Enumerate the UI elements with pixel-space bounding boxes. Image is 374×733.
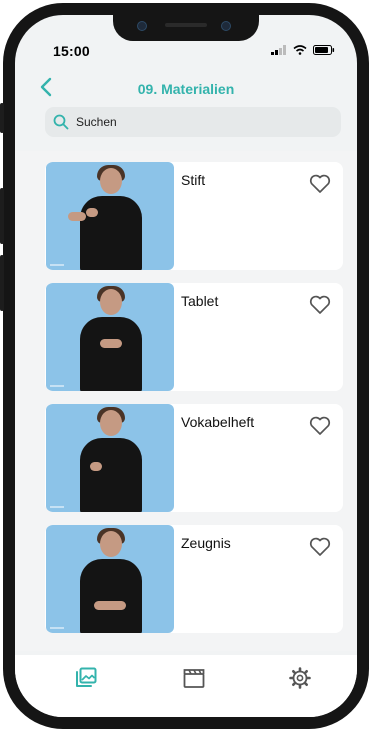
person-head xyxy=(100,410,122,436)
person-body xyxy=(80,317,142,391)
search-input[interactable] xyxy=(74,114,328,130)
tab-bar xyxy=(15,655,357,717)
tab-videos[interactable] xyxy=(181,665,207,691)
person-hand xyxy=(86,208,98,217)
gallery-icon xyxy=(76,667,97,687)
person-hand xyxy=(100,339,122,348)
sensor-icon xyxy=(137,21,147,31)
item-label: Vokabelheft xyxy=(181,414,255,430)
person-hand xyxy=(68,212,86,221)
notch xyxy=(113,15,259,41)
signal-icon xyxy=(271,45,286,55)
list-item-zeugnis[interactable]: Zeugnis xyxy=(45,525,343,633)
sign-video-thumbnail[interactable] xyxy=(46,525,174,633)
front-camera-icon xyxy=(221,21,231,31)
person-body xyxy=(80,438,142,512)
watermark xyxy=(50,385,64,387)
list-item-vokabelheft[interactable]: Vokabelheft xyxy=(45,404,343,512)
watermark xyxy=(50,264,64,266)
mute-switch xyxy=(0,103,4,133)
tab-gallery[interactable] xyxy=(73,665,99,691)
wifi-icon xyxy=(293,45,307,55)
sign-video-thumbnail[interactable] xyxy=(46,283,174,391)
nav-bar: 09. Materialien xyxy=(15,77,357,101)
tab-settings[interactable] xyxy=(287,665,313,691)
volume-down-button xyxy=(0,255,4,311)
person-hand xyxy=(90,462,102,471)
clapperboard-icon xyxy=(183,669,205,688)
battery-icon xyxy=(313,45,335,55)
watermark xyxy=(50,506,64,508)
heart-icon[interactable] xyxy=(309,174,331,194)
list-item-tablet[interactable]: Tablet xyxy=(45,283,343,391)
person-body xyxy=(80,559,142,633)
heart-icon[interactable] xyxy=(309,537,331,557)
search-bar[interactable] xyxy=(45,107,341,137)
person-head xyxy=(100,168,122,194)
watermark xyxy=(50,627,64,629)
search-icon xyxy=(53,114,69,130)
person-head xyxy=(100,531,122,557)
person-head xyxy=(100,289,122,315)
volume-up-button xyxy=(0,188,4,244)
gear-icon xyxy=(289,667,311,689)
item-label: Zeugnis xyxy=(181,535,231,551)
item-label: Stift xyxy=(181,172,206,188)
sign-video-thumbnail[interactable] xyxy=(46,404,174,512)
heart-icon[interactable] xyxy=(309,416,331,436)
page-title: 09. Materialien xyxy=(137,81,235,97)
item-label: Tablet xyxy=(181,293,219,309)
screen: 15:00 09. Materialien Suchen Stift Table… xyxy=(15,15,357,717)
list-item-stift[interactable]: Stift xyxy=(45,162,343,270)
speaker-grille xyxy=(165,23,207,27)
status-icons xyxy=(271,45,335,55)
heart-icon[interactable] xyxy=(309,295,331,315)
sign-video-thumbnail[interactable] xyxy=(46,162,174,270)
phone-frame: 15:00 09. Materialien Suchen Stift Table… xyxy=(0,3,369,729)
sign-list: Stift Tablet Vokabelheft Zeugnis xyxy=(15,151,357,651)
person-hand xyxy=(94,601,126,610)
status-time: 15:00 xyxy=(53,43,90,59)
